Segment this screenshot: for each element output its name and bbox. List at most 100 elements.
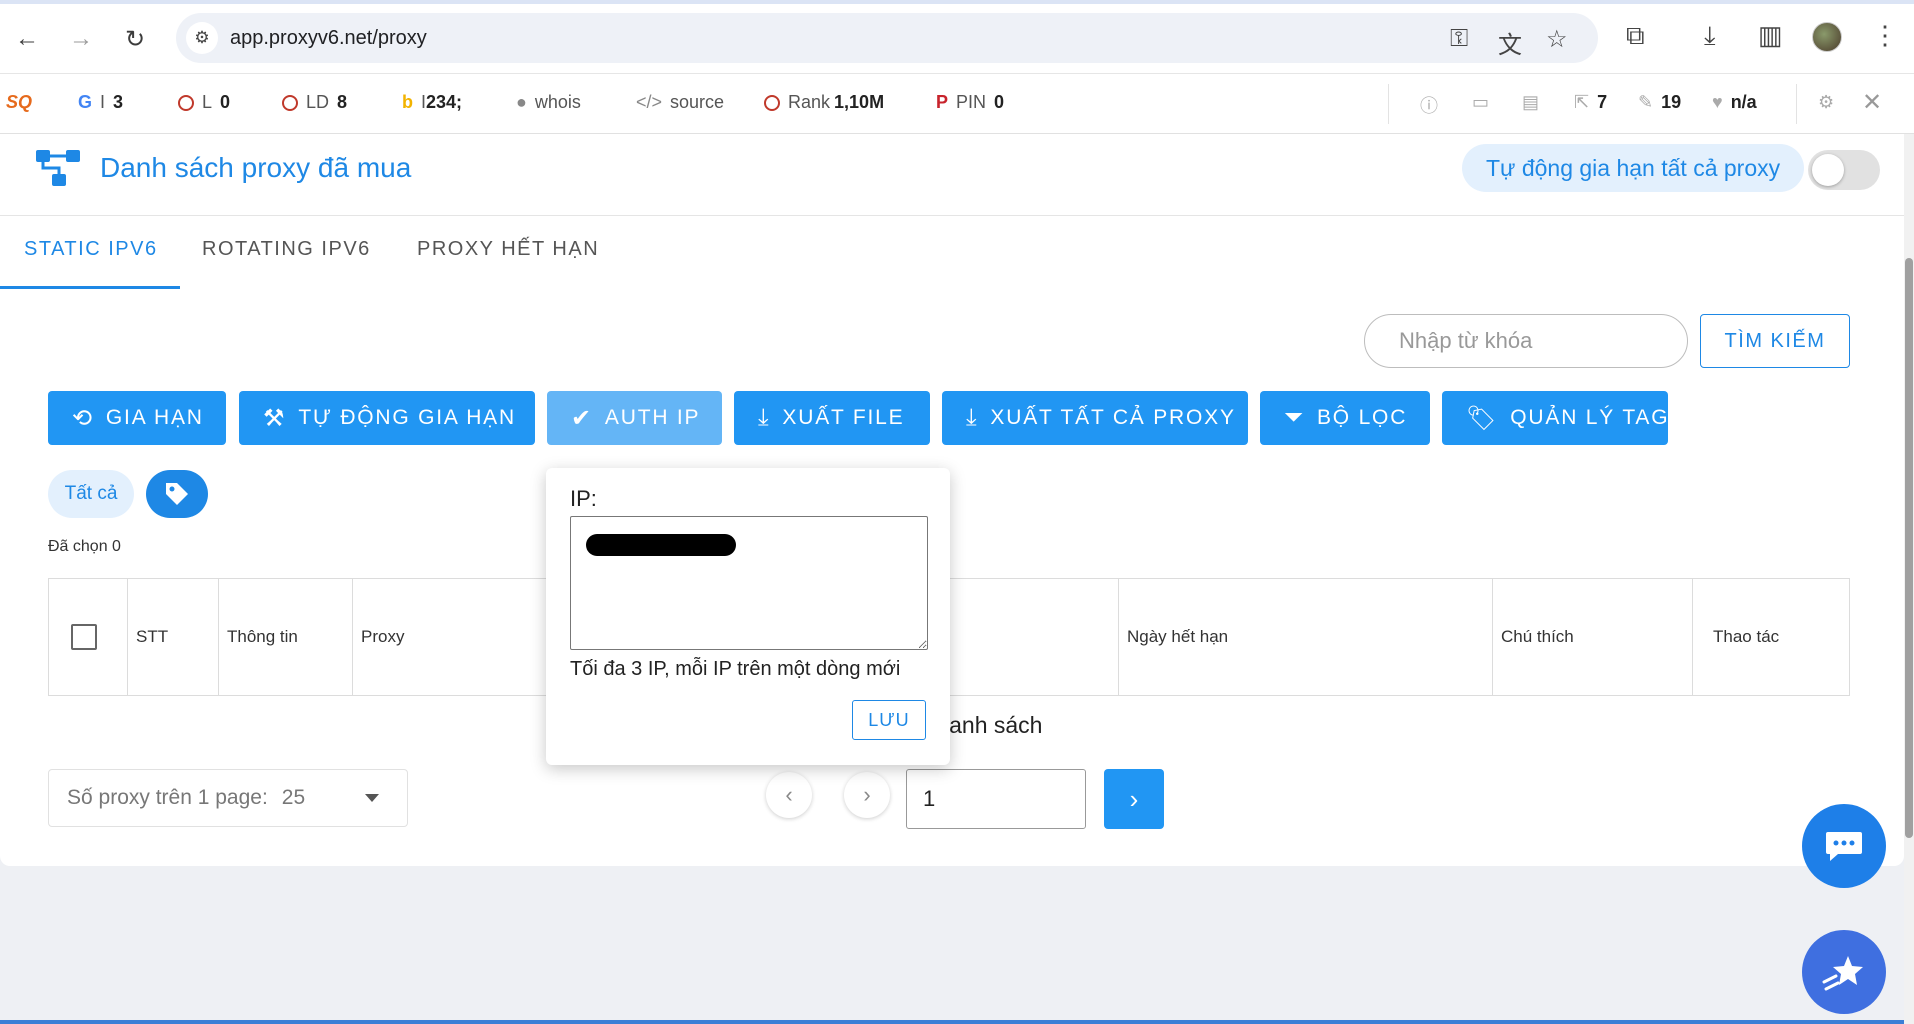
translate-icon[interactable]: 文	[1498, 25, 1522, 60]
tag-icon: 🏷	[1466, 404, 1499, 432]
tag-icon	[166, 483, 188, 505]
forward-icon[interactable]: →	[64, 22, 98, 56]
whois-item[interactable]: ● whois	[516, 92, 581, 113]
site-info-icon[interactable]: ⚙	[186, 22, 218, 54]
whois-label: whois	[534, 92, 581, 112]
prev-page-button[interactable]: ‹	[766, 772, 812, 818]
per-page-label: Số proxy trên 1 page:	[67, 786, 268, 809]
select-all-header	[49, 579, 128, 695]
filter-button[interactable]: ⏷ BỘ LỌC	[1260, 391, 1430, 445]
divider	[1796, 84, 1797, 124]
bing-index-item[interactable]: b I 234;	[402, 92, 462, 113]
avatar[interactable]	[1812, 22, 1842, 52]
export-all-button[interactable]: ⤓ XUẤT TẤT CẢ PROXY	[942, 391, 1248, 445]
download-icon[interactable]: ⤓	[1704, 20, 1716, 52]
selected-count: Đã chọn 0	[48, 538, 121, 555]
monitor-icon[interactable]: ▭	[1472, 92, 1489, 113]
manage-tag-label: QUẢN LÝ TAG	[1510, 406, 1670, 429]
browser-toolbar: ← → ↻ ⚙ app.proxyv6.net/proxy ⚿ 文 ☆ ⧉ ⤓ …	[0, 0, 1914, 74]
download-icon: ⤓	[966, 404, 979, 431]
column-header[interactable]: Thông tin	[219, 579, 353, 695]
google-value: 3	[113, 92, 124, 112]
scrollbar-thumb[interactable]	[1905, 258, 1913, 838]
circle-icon	[764, 94, 780, 111]
filter-chip-all[interactable]: Tất cả	[48, 470, 134, 518]
export-file-button[interactable]: ⤓ XUẤT FILE	[734, 391, 930, 445]
url-text[interactable]: app.proxyv6.net/proxy	[230, 27, 427, 50]
internal-links-value: 19	[1661, 92, 1682, 112]
filter-icon: ⏷	[1284, 404, 1305, 431]
code-icon: </>	[636, 92, 663, 112]
key-icon[interactable]: ⚿	[1450, 25, 1468, 53]
pin-item[interactable]: P PIN 0	[936, 92, 1004, 113]
address-bar[interactable]: ⚙ app.proxyv6.net/proxy ⚿ 文 ☆	[176, 13, 1598, 63]
gear-icon[interactable]: ⚙	[1818, 92, 1834, 113]
column-header[interactable]: Thao tác	[1693, 579, 1849, 695]
rating-button[interactable]	[1802, 930, 1886, 1014]
divider	[1388, 84, 1389, 124]
page-number-input[interactable]: 1	[906, 769, 1086, 829]
bing-value: 234;	[426, 92, 463, 112]
chat-button[interactable]	[1802, 804, 1886, 888]
source-item[interactable]: </> source	[636, 92, 724, 113]
seoquake-logo-icon[interactable]: SQ	[6, 92, 32, 113]
external-links-item[interactable]: ⇱ 7	[1574, 92, 1607, 113]
select-all-checkbox[interactable]	[71, 624, 97, 650]
info-icon[interactable]: ⓘ	[1420, 92, 1438, 118]
save-button[interactable]: LƯU	[852, 700, 926, 740]
filter-label: BỘ LỌC	[1317, 406, 1408, 429]
reload-icon[interactable]: ↻	[118, 22, 152, 56]
manage-tag-button[interactable]: 🏷 QUẢN LÝ TAG	[1442, 391, 1668, 445]
health-item[interactable]: ♥ n/a	[1712, 92, 1757, 113]
side-panel-icon[interactable]: ▥	[1758, 20, 1783, 51]
auto-renew-toggle[interactable]	[1808, 150, 1880, 190]
next-page-small-button[interactable]: ›	[844, 772, 890, 818]
card-header: Danh sách proxy đã mua Tự động gia hạn t…	[0, 134, 1904, 216]
shooting-star-icon	[1822, 956, 1863, 991]
menu-icon[interactable]: ⋮	[1872, 20, 1898, 51]
column-header[interactable]: Chú thích	[1493, 579, 1693, 695]
bookmark-star-icon[interactable]: ☆	[1546, 25, 1568, 54]
per-page-select[interactable]: Số proxy trên 1 page: 25	[48, 769, 408, 827]
rank-value: 1,10M	[834, 92, 885, 112]
toolbox-icon: ⚒	[263, 404, 287, 432]
column-header[interactable]: STT	[128, 579, 219, 695]
google-index-item[interactable]: G I 3	[78, 92, 123, 113]
google-label: I	[100, 92, 106, 112]
tab-rotating-ipv6[interactable]: ROTATING IPV6	[202, 238, 371, 261]
renew-button[interactable]: ⟲ GIA HẠN	[48, 391, 226, 445]
bottom-border	[0, 1020, 1904, 1024]
chevron-right-icon: ›	[1129, 783, 1139, 814]
search-input[interactable]: Nhập từ khóa	[1364, 314, 1688, 368]
page-scrollbar[interactable]	[1904, 134, 1914, 1024]
health-value: n/a	[1730, 92, 1757, 112]
per-page-value: 25	[281, 786, 306, 809]
l-value: 0	[220, 92, 231, 112]
l-item[interactable]: L 0	[178, 92, 230, 113]
rank-item[interactable]: Rank 1,10M	[764, 92, 884, 113]
back-icon[interactable]: ←	[10, 22, 44, 56]
internal-links-item[interactable]: ✎ 19	[1638, 92, 1681, 113]
source-label: source	[670, 92, 725, 112]
auto-renew-all-label[interactable]: Tự động gia hạn tất cả proxy	[1462, 144, 1805, 192]
filter-chip-tag[interactable]	[146, 470, 208, 518]
page-title: Danh sách proxy đã mua	[100, 152, 412, 183]
tab-expired-proxy[interactable]: PROXY HẾT HẠN	[417, 238, 599, 261]
main-card: Danh sách proxy đã mua Tự động gia hạn t…	[0, 134, 1904, 866]
empty-table-text: lanh sách	[944, 712, 1043, 738]
column-header[interactable]: Ngày hết hạn	[1119, 579, 1493, 695]
page-stats-icon[interactable]: ▤	[1522, 92, 1539, 113]
ld-item[interactable]: LD 8	[282, 92, 347, 113]
renew-label: GIA HẠN	[105, 406, 204, 429]
export-all-label: XUẤT TẤT CẢ PROXY	[990, 406, 1236, 429]
user-icon: ●	[516, 92, 527, 112]
google-icon: G	[78, 92, 93, 112]
close-icon[interactable]: ✕	[1862, 88, 1882, 117]
go-page-button[interactable]: ›	[1104, 769, 1164, 829]
auth-ip-button[interactable]: ✔ AUTH IP	[547, 391, 722, 445]
search-button[interactable]: TÌM KIẾM	[1700, 314, 1850, 368]
extensions-icon[interactable]: ⧉	[1626, 20, 1645, 52]
external-links-value: 7	[1597, 92, 1608, 112]
auto-renew-button[interactable]: ⚒ TỰ ĐỘNG GIA HẠN	[239, 391, 535, 445]
tab-static-ipv6[interactable]: STATIC IPV6	[24, 238, 158, 261]
